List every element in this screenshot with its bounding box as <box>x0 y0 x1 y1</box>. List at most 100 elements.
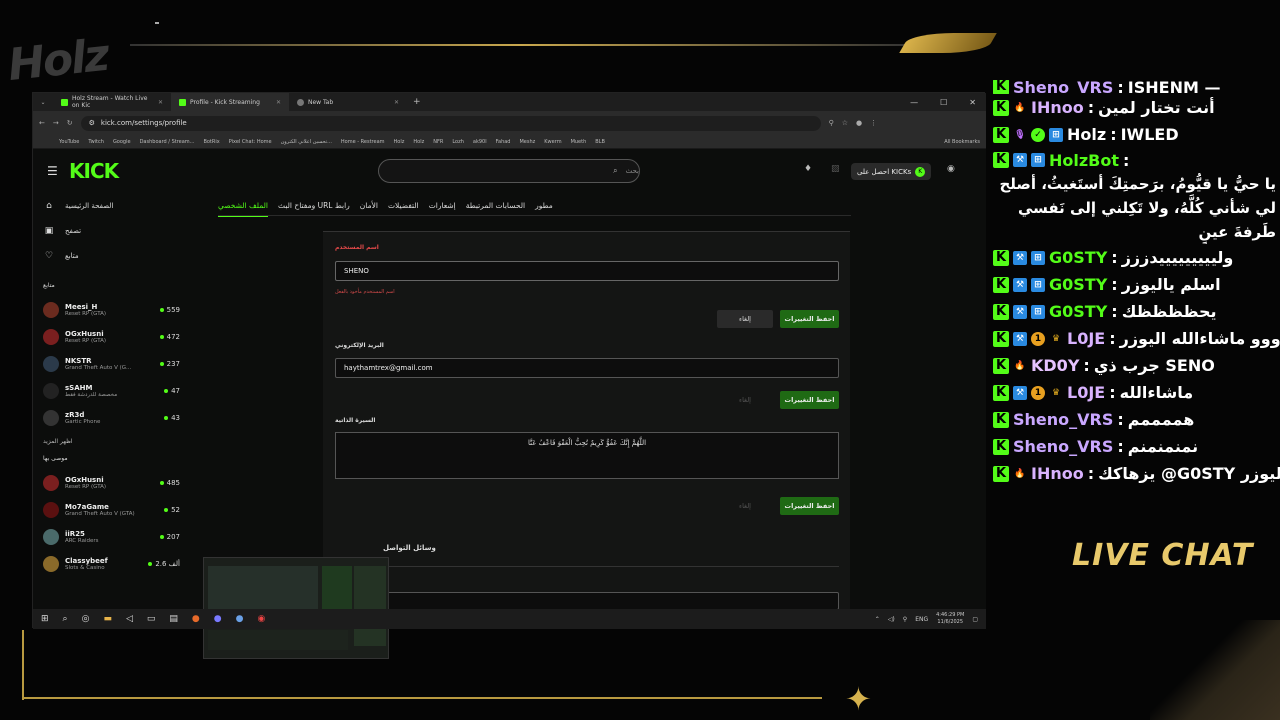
browse-icon: ▣ <box>44 225 54 236</box>
tab-holz-stream[interactable]: Holz Stream - Watch Live on Kic ✕ <box>53 93 171 111</box>
avatar[interactable]: ◉ <box>947 164 955 174</box>
hamburger-menu-icon[interactable]: ☰ <box>47 164 58 178</box>
sidebar-item-home[interactable]: ⌂ الصفحة الرئيسية <box>33 193 188 218</box>
bookmark-item[interactable]: Pixel Chat: Home <box>229 139 272 145</box>
channel-item[interactable]: Mo7aGame Grand Theft Auto V (GTA) 52 <box>33 496 188 523</box>
bookmark-item[interactable]: Twitch <box>88 139 104 145</box>
bookmark-item[interactable]: Holz <box>394 139 405 145</box>
url-field[interactable]: ⚙ kick.com/settings/profile <box>80 115 821 131</box>
bio-textarea[interactable]: اللَّهُمَّ إِنَّكَ عَفُوٌّ كَرِيمٌ تُحِب… <box>335 432 839 479</box>
minimize-icon[interactable]: — <box>910 98 918 107</box>
all-bookmarks[interactable]: All Bookmarks <box>944 139 986 145</box>
profile-icon[interactable]: ● <box>856 119 862 127</box>
bookmark-item[interactable]: Fahad <box>496 139 511 145</box>
clock[interactable]: 4:46:29 PM 11/6/2025 <box>936 612 964 626</box>
search-input[interactable]: ⌕ بحث <box>378 159 640 183</box>
bookmark-item[interactable]: Home - Restream <box>341 139 385 145</box>
new-tab-plus-icon[interactable]: + <box>407 97 421 107</box>
chat-message: K Sheno_VRS: ISHENM — <box>993 80 1280 94</box>
cancel-button[interactable]: إلغاء <box>717 310 773 328</box>
channel-item[interactable]: sSAHM مخصصة للدردشة فقط 47 <box>33 377 188 404</box>
maximize-icon[interactable]: ☐ <box>940 98 947 107</box>
save-button[interactable]: احفظ التغييرات <box>780 391 839 409</box>
get-kicks-button[interactable]: احصل على KICKs K <box>851 163 932 180</box>
bookmark-item[interactable]: Mueth <box>571 139 587 145</box>
chat-message: K 🎙 ✓ ⊞ Holz: IWLED <box>993 121 1280 148</box>
social-field[interactable] <box>335 592 839 610</box>
channel-item[interactable]: OGxHusni Reset RP (GTA) 472 <box>33 323 188 350</box>
bookmark-item[interactable]: BLB <box>595 139 605 145</box>
kick-badge-icon: K <box>993 465 1009 482</box>
sidebar-item-browse[interactable]: ▣ تصفح <box>33 218 188 243</box>
tab-profile[interactable]: Profile - Kick Streaming ✕ <box>171 93 289 111</box>
tab-new[interactable]: New Tab ✕ <box>289 93 407 111</box>
kick-logo[interactable]: KICK <box>69 159 119 183</box>
bookmark-item[interactable]: Google <box>113 139 131 145</box>
bookmark-item[interactable]: Kwerm <box>544 139 561 145</box>
bookmark-item[interactable]: ak90l <box>473 139 487 145</box>
back-icon[interactable]: ← <box>39 119 45 127</box>
save-button[interactable]: احفظ التغييرات <box>780 310 839 328</box>
bookmark-item[interactable]: NFR <box>433 139 443 145</box>
taskview-icon[interactable]: ◎ <box>82 614 90 624</box>
firefox-icon[interactable]: ● <box>192 614 200 624</box>
windows-start-icon[interactable]: ⊞ <box>41 614 49 624</box>
save-button[interactable]: احفظ التغييرات <box>780 497 839 515</box>
app-icon[interactable]: ▤ <box>169 614 178 624</box>
bookmark-item[interactable]: Holz <box>413 139 424 145</box>
bookmark-item[interactable]: Meshz <box>519 139 535 145</box>
username-field[interactable]: SHENO <box>335 261 839 281</box>
chrome-icon[interactable]: ◉ <box>258 614 266 624</box>
avatar <box>43 355 59 372</box>
live-chat-title: LIVE CHAT <box>1072 538 1254 573</box>
bookmark-item[interactable]: BotRix <box>203 139 219 145</box>
bookmark-item[interactable]: تحسين اعلاني الكترون... <box>281 139 332 145</box>
app-icon[interactable]: ◁ <box>126 614 133 624</box>
channel-item[interactable]: NKSTR Grand Theft Auto V (G... 237 <box>33 350 188 377</box>
sidebar-item-following[interactable]: ♡ متابع <box>33 243 188 268</box>
email-field[interactable]: haythamtrex@gmail.com <box>335 358 839 378</box>
bookmark-item[interactable]: Dashboard / Stream... <box>140 139 195 145</box>
live-dot-icon <box>164 507 169 512</box>
app-icon[interactable]: ▭ <box>147 614 156 624</box>
bot-badge-icon: ⊞ <box>1031 250 1045 265</box>
close-icon[interactable]: ✕ <box>276 99 281 106</box>
cancel-button[interactable]: إلغاء <box>717 391 773 409</box>
star-bookmark-icon[interactable]: ☆ <box>842 119 848 127</box>
forward-icon[interactable]: → <box>53 119 59 127</box>
cancel-button[interactable]: إلغاء <box>717 497 773 515</box>
steam-icon[interactable]: ● <box>236 614 244 624</box>
sword-badge-icon: ⚒ <box>1013 250 1027 265</box>
chat-icon[interactable]: ▨ <box>831 164 840 174</box>
channel-item[interactable]: iiR25 ARC Raiders 207 <box>33 523 188 550</box>
show-more-link[interactable]: اظهر المزيد <box>33 431 188 451</box>
tab-search-icon[interactable]: ⌄ <box>33 99 53 106</box>
folder-icon[interactable]: ▬ <box>103 614 112 624</box>
bookmark-item[interactable]: Lozh <box>452 139 464 145</box>
chat-message: K ⚒ ⊞ HolzBot: <box>993 148 1280 172</box>
channel-item[interactable]: zR3d Gartic Phone 43 <box>33 404 188 431</box>
volume-icon[interactable]: ◁) <box>888 616 895 623</box>
close-icon[interactable]: ✕ <box>394 99 399 106</box>
language-indicator[interactable]: ENG <box>915 616 928 623</box>
mic-icon[interactable]: ⚲ <box>903 616 907 623</box>
bell-icon[interactable]: ♦ <box>804 164 812 174</box>
window-close-icon[interactable]: ✕ <box>969 98 976 107</box>
search-icon[interactable]: ⌕ <box>63 614 68 624</box>
avatar <box>43 301 59 318</box>
channel-item[interactable]: Meesi_H Reset RP (GTA) 559 <box>33 296 188 323</box>
close-icon[interactable]: ✕ <box>158 99 163 106</box>
extensions-icon[interactable]: ⚲ <box>829 119 834 127</box>
bio-label: السيرة الذاتية <box>335 417 376 424</box>
discord-icon[interactable]: ● <box>214 614 222 624</box>
notification-icon[interactable]: ▢ <box>972 616 978 623</box>
channel-item[interactable]: OGxHusni Reset RP (GTA) 485 <box>33 469 188 496</box>
menu-dots-icon[interactable]: ⋮ <box>870 119 877 127</box>
taskbar: ⊞ ⌕ ◎ ▬ ◁ ▭ ▤ ● ● ● ◉ ⌃ ◁) ⚲ ENG 4:46:29… <box>33 609 986 629</box>
kick-header: ☰ KICK ⌕ بحث ♦ ▨ احصل على KICKs K ◉ <box>33 149 986 193</box>
crown-badge-icon: ♛ <box>1051 333 1061 344</box>
channel-item[interactable]: Classybeef Slots & Casino 2.6 ألف <box>33 550 188 577</box>
tray-chevron-icon[interactable]: ⌃ <box>875 616 880 623</box>
reload-icon[interactable]: ↻ <box>67 119 73 127</box>
bookmark-item[interactable]: YouTube <box>59 139 79 145</box>
